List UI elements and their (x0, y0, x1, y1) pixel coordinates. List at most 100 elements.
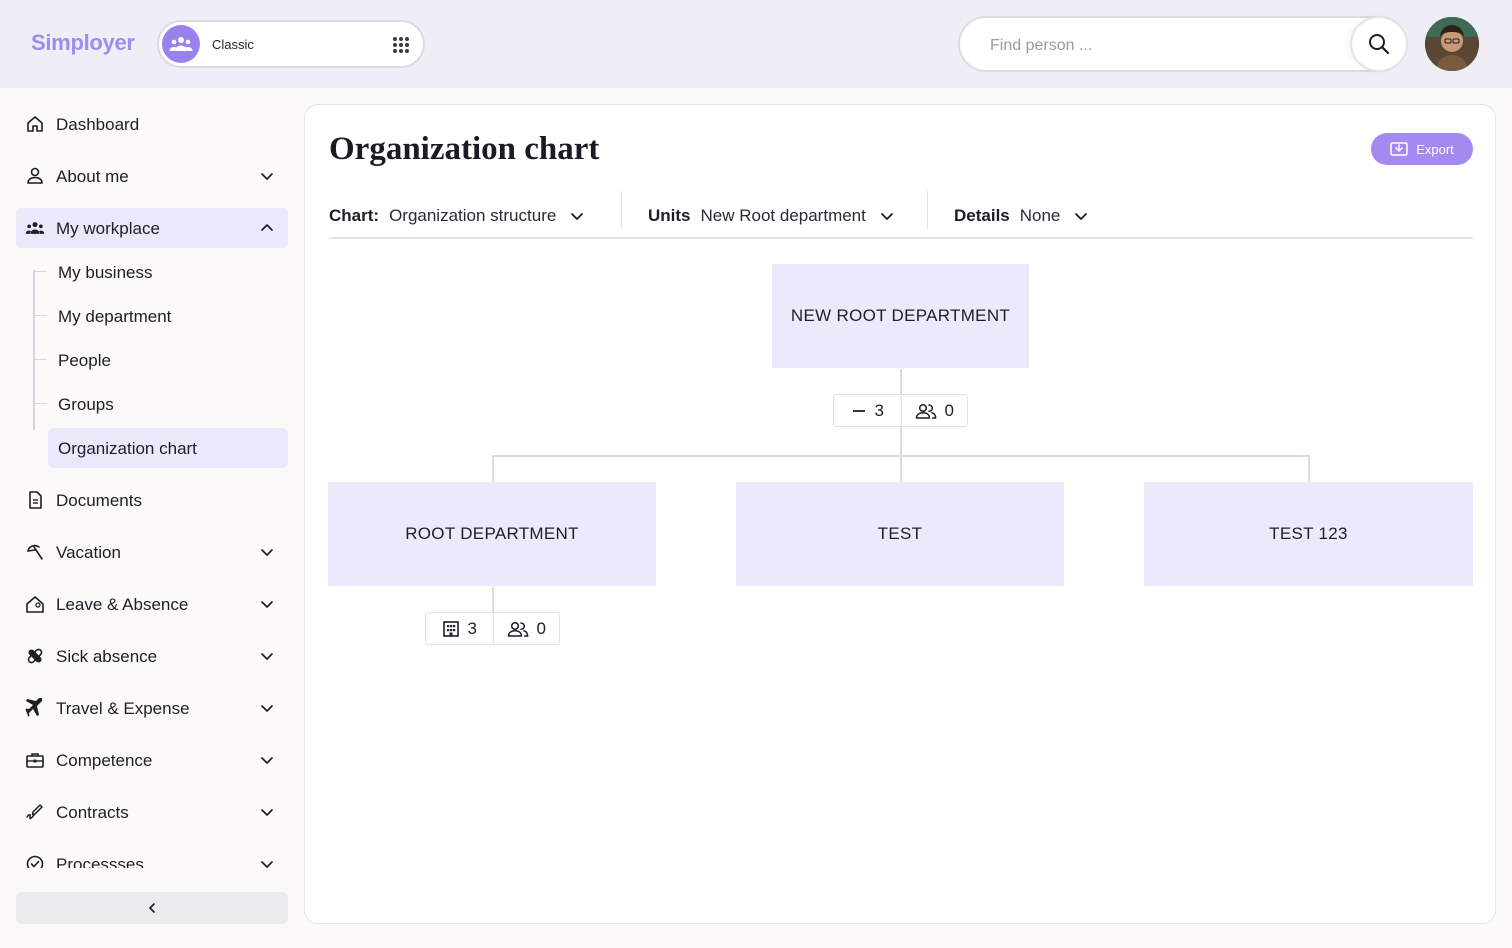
sidebar-item-travel-expense[interactable]: Travel & Expense (16, 688, 288, 728)
sidebar-item-contracts[interactable]: Contracts (16, 792, 288, 832)
subnav-tree-line (33, 270, 35, 430)
org-node-root-department[interactable]: ROOT DEPARTMENT (328, 482, 656, 586)
sidebar-item-label: My workplace (56, 219, 160, 238)
simployer-logo[interactable]: Simployer (31, 30, 135, 56)
sidebar-item-dashboard[interactable]: Dashboard (16, 104, 288, 144)
chevron-down-icon[interactable] (260, 169, 274, 183)
search-input[interactable] (990, 34, 1330, 58)
sidebar-item-label: Leave & Absence (56, 595, 189, 614)
chart-type-select[interactable]: Chart: Organization structure (329, 201, 584, 231)
sidebar-subitem-my-business[interactable]: My business (34, 252, 288, 292)
search-button[interactable] (1350, 16, 1408, 72)
export-button[interactable]: Export (1371, 133, 1473, 165)
chevron-down-icon[interactable] (260, 701, 274, 715)
sidebar-item-label: Dashboard (56, 115, 140, 134)
building-icon (442, 620, 459, 637)
sidebar-subitem-label: Organization chart (58, 439, 197, 458)
person-search (958, 16, 1408, 72)
export-icon (1390, 142, 1408, 156)
top-bar: Simployer Classic (0, 0, 1512, 88)
apps-grid-icon[interactable] (393, 37, 409, 53)
house-person-icon (26, 596, 44, 613)
chevron-down-icon (880, 213, 893, 220)
user-icon (27, 167, 43, 184)
org-node-test-123[interactable]: TEST 123 (1144, 482, 1473, 586)
sidebar-subitem-label: My business (58, 263, 153, 282)
sidebar-item-processes[interactable]: Processses (16, 844, 288, 868)
chevron-up-icon[interactable] (260, 221, 274, 235)
connector-line (1308, 455, 1310, 483)
people-icon (915, 403, 936, 419)
filter-label: Chart: (329, 206, 380, 225)
people-count-cell: 0 (900, 395, 968, 426)
check-circle-icon (26, 855, 44, 868)
chevron-down-icon[interactable] (260, 805, 274, 819)
sidebar-item-my-workplace[interactable]: My workplace (16, 208, 288, 248)
org-chart-card: Organization chart Export Chart: Organiz… (304, 104, 1496, 924)
sidebar-item-sick-absence[interactable]: Sick absence (16, 636, 288, 676)
beach-icon (27, 544, 43, 560)
details-select[interactable]: Details None (954, 201, 1088, 231)
signature-icon (26, 804, 43, 820)
sidebar-item-competence[interactable]: Competence (16, 740, 288, 780)
sidebar-item-about-me[interactable]: About me (16, 156, 288, 196)
root-node-counter: 3 0 (833, 394, 968, 427)
filter-value: Organization structure (389, 206, 557, 225)
subunit-count: 3 (874, 400, 884, 420)
page-title: Organization chart (329, 131, 600, 167)
expand-units-toggle[interactable]: 3 (426, 613, 493, 644)
connector-line (492, 455, 494, 483)
people-count-cell: 0 (492, 613, 560, 644)
sidebar-subitem-organization-chart[interactable]: Organization chart (48, 428, 288, 468)
chevron-down-icon (571, 213, 584, 220)
connector-line (492, 587, 494, 613)
sidebar-subitem-my-department[interactable]: My department (34, 296, 288, 336)
sidebar-item-documents[interactable]: Documents (16, 480, 288, 520)
sidebar-item-label: Documents (56, 491, 142, 510)
filter-value: None (1019, 206, 1061, 225)
people-count: 0 (536, 618, 546, 638)
people-icon (507, 621, 528, 637)
org-node-label: TEST (877, 524, 923, 543)
chevron-down-icon[interactable] (260, 753, 274, 767)
sidebar-subitem-label: My department (58, 307, 172, 326)
sidebar-item-label: Processses (56, 855, 144, 868)
collapse-units-toggle[interactable]: 3 (834, 395, 901, 426)
filter-label: Units (648, 206, 691, 225)
filter-label: Details (954, 206, 1010, 225)
org-node-label: ROOT DEPARTMENT (405, 524, 579, 543)
document-icon (29, 491, 42, 509)
sidebar-nav: Dashboard About me My workplace My busin… (0, 88, 300, 948)
home-icon (27, 116, 43, 132)
people-count: 0 (944, 400, 954, 420)
chevron-down-icon (1075, 213, 1088, 220)
team-icon (162, 25, 200, 63)
org-node-root[interactable]: NEW ROOT DEPARTMENT (772, 264, 1029, 368)
chevron-down-icon[interactable] (260, 857, 274, 868)
collapse-sidebar-button[interactable] (16, 892, 288, 924)
sidebar-item-leave-absence[interactable]: Leave & Absence (16, 584, 288, 624)
mode-switcher[interactable]: Classic (157, 20, 425, 68)
sidebar-item-vacation[interactable]: Vacation (16, 532, 288, 572)
filter-divider (621, 191, 622, 229)
chevron-down-icon[interactable] (260, 649, 274, 663)
subunit-count: 3 (467, 618, 477, 638)
user-avatar[interactable] (1425, 17, 1479, 71)
mode-label: Classic (212, 37, 254, 52)
export-label: Export (1416, 141, 1454, 157)
sidebar-item-label: Contracts (56, 803, 129, 822)
sidebar-item-label: Sick absence (56, 647, 158, 666)
chevron-down-icon[interactable] (260, 545, 274, 559)
sidebar-subitem-groups[interactable]: Groups (34, 384, 288, 424)
units-select[interactable]: Units New Root department (648, 201, 894, 231)
sidebar-subitem-label: Groups (58, 395, 114, 414)
chevron-down-icon[interactable] (260, 597, 274, 611)
org-node-test[interactable]: TEST (736, 482, 1064, 586)
sidebar-item-label: Vacation (56, 543, 121, 562)
sidebar-item-label: About me (56, 167, 129, 186)
minus-icon (852, 409, 865, 412)
org-node-label: TEST 123 (1269, 524, 1348, 543)
bandage-icon (27, 648, 43, 664)
sidebar-subitem-people[interactable]: People (34, 340, 288, 380)
root-department-counter: 3 0 (425, 612, 560, 645)
